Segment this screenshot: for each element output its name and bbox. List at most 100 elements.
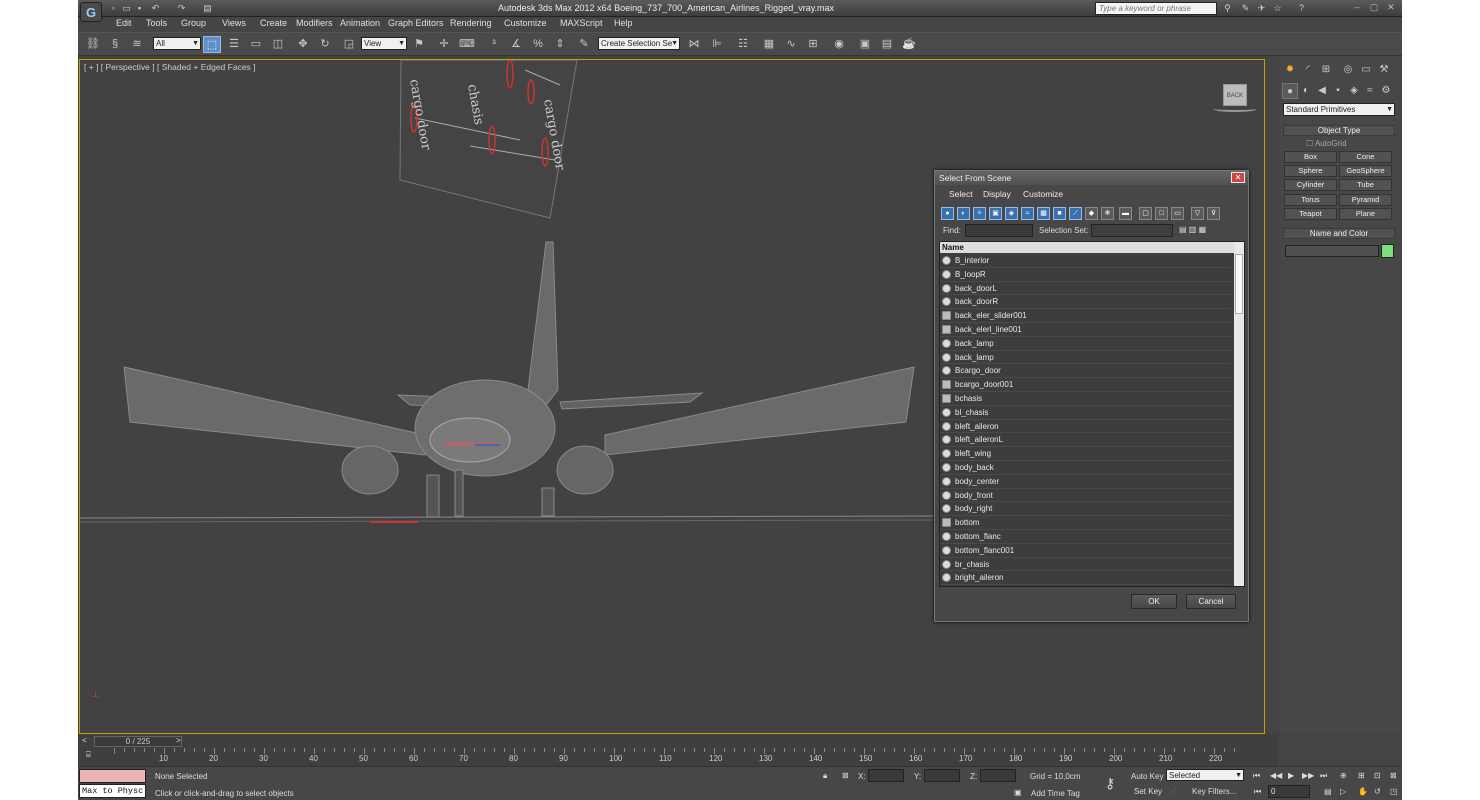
- set-key-button[interactable]: Set Key: [1134, 787, 1162, 796]
- named-selection-dropdown[interactable]: Create Selection Se ▼: [598, 37, 680, 50]
- mini-curve-editor-icon[interactable]: ⌸: [86, 750, 91, 760]
- display-helpers-icon[interactable]: ◈: [1005, 207, 1018, 220]
- absolute-mode-icon[interactable]: ⊠: [842, 771, 849, 780]
- viewcube-face[interactable]: BACK: [1223, 84, 1247, 106]
- dialog-menu-display[interactable]: Display: [983, 189, 1011, 199]
- dialog-menu-select[interactable]: Select: [949, 189, 973, 199]
- prev-key-icon[interactable]: ◀◀: [1270, 771, 1282, 780]
- menu-maxscript[interactable]: MAXScript: [560, 18, 603, 28]
- display-shapes-icon[interactable]: ◐: [957, 207, 970, 220]
- display-frozen-icon[interactable]: ❄: [1101, 207, 1114, 220]
- list-item[interactable]: Bcargo_door: [940, 364, 1230, 379]
- list-item[interactable]: body_front: [940, 489, 1230, 503]
- save-icon[interactable]: ▪: [134, 3, 145, 13]
- search-input[interactable]: Type a keyword or phrase: [1095, 2, 1217, 15]
- list-scrollbar-thumb[interactable]: [1235, 254, 1243, 314]
- hierarchy-tab-icon[interactable]: ⊞: [1318, 62, 1334, 78]
- display-geometry-icon[interactable]: ●: [941, 207, 954, 220]
- zoom-icon[interactable]: ⊕: [1340, 771, 1347, 780]
- menu-create[interactable]: Create: [260, 18, 287, 28]
- list-item[interactable]: bottom: [940, 516, 1230, 530]
- key-mode-toggle-icon[interactable]: ⏮: [1254, 787, 1261, 797]
- key-mode-dropdown[interactable]: Selected ▼: [1166, 769, 1244, 781]
- current-frame-field[interactable]: 0: [1268, 785, 1310, 798]
- go-to-end-icon[interactable]: ⏭: [1320, 771, 1327, 781]
- viewcube[interactable]: BACK: [1213, 84, 1257, 112]
- list-item[interactable]: body_center: [940, 475, 1230, 489]
- menu-help[interactable]: Help: [614, 18, 633, 28]
- selection-filter-dropdown[interactable]: All ▼: [153, 37, 201, 50]
- favorites-icon[interactable]: ☆: [1272, 3, 1283, 13]
- list-item[interactable]: bl_chasis: [940, 406, 1230, 420]
- rotate-icon[interactable]: ↻: [316, 36, 334, 53]
- list-item[interactable]: bottom_flanc001: [940, 544, 1230, 558]
- material-editor-icon[interactable]: ◉: [830, 36, 848, 53]
- pyramid-button[interactable]: Pyramid: [1339, 194, 1392, 206]
- x-coordinate-field[interactable]: [868, 769, 904, 782]
- list-item[interactable]: bcargo_door001: [940, 378, 1230, 392]
- list-item[interactable]: bottom_flanc: [940, 530, 1230, 544]
- maxscript-mini-listener[interactable]: Max to Physc: [79, 784, 146, 798]
- percent-snap-icon[interactable]: %: [529, 36, 547, 53]
- time-configuration-icon[interactable]: ▤: [1324, 787, 1332, 796]
- reference-coordinate-dropdown[interactable]: View ▼: [361, 37, 407, 50]
- align-icon[interactable]: ⊫: [708, 36, 726, 53]
- list-item[interactable]: back_doorR: [940, 295, 1230, 310]
- primitive-type-dropdown[interactable]: Standard Primitives ▼: [1283, 103, 1395, 116]
- select-and-manipulate-icon[interactable]: ✛: [435, 36, 453, 53]
- binoculars-icon[interactable]: ⚲: [1222, 3, 1233, 13]
- tools-icon[interactable]: ✎: [1240, 3, 1251, 13]
- name-column-header[interactable]: Name: [940, 242, 1234, 253]
- list-item[interactable]: back_lamp: [940, 337, 1230, 351]
- field-of-view-icon[interactable]: ▷: [1340, 787, 1346, 796]
- prev-frame-icon[interactable]: <: [82, 736, 87, 745]
- display-containers-icon[interactable]: ◆: [1085, 207, 1098, 220]
- render-setup-icon[interactable]: ▣: [856, 36, 874, 53]
- project-icon[interactable]: ▤: [202, 3, 213, 13]
- undo-icon[interactable]: ↶: [150, 3, 161, 13]
- track-bar[interactable]: 10 20 30 40 50 60 70 80 90 100 110 120 130 140 150 160 1…: [114, 748, 1274, 764]
- unlink-icon[interactable]: §: [106, 36, 124, 53]
- maxscript-listener-pink[interactable]: [79, 769, 146, 783]
- box-button[interactable]: Box: [1284, 151, 1337, 163]
- edit-named-selection-icon[interactable]: ✎: [575, 36, 593, 53]
- cylinder-button[interactable]: Cylinder: [1284, 179, 1337, 191]
- list-item[interactable]: back_doorL: [940, 282, 1230, 296]
- shapes-icon[interactable]: ◐: [1298, 83, 1314, 99]
- redo-icon[interactable]: ↷: [176, 3, 187, 13]
- rectangular-selection-icon[interactable]: ▭: [247, 36, 265, 53]
- dialog-menu-customize[interactable]: Customize: [1023, 189, 1063, 199]
- display-xrefs-icon[interactable]: ■: [1053, 207, 1066, 220]
- menu-graph-editors[interactable]: Graph Editors: [388, 18, 444, 28]
- select-by-name-icon[interactable]: ☰: [225, 36, 243, 53]
- next-key-icon[interactable]: ▶▶: [1302, 771, 1314, 780]
- connect-icon[interactable]: ✈: [1256, 3, 1267, 13]
- modify-tab-icon[interactable]: ◜: [1300, 62, 1316, 78]
- maximize-viewport-icon[interactable]: ◳: [1390, 787, 1398, 796]
- angle-snap-icon[interactable]: ∡: [507, 36, 525, 53]
- select-all-icon[interactable]: ▢: [1139, 207, 1152, 220]
- list-item[interactable]: back_lamp: [940, 351, 1230, 365]
- display-lights-icon[interactable]: ✧: [973, 207, 986, 220]
- list-item[interactable]: bright_aileron: [940, 571, 1230, 586]
- y-coordinate-field[interactable]: [924, 769, 960, 782]
- menu-edit[interactable]: Edit: [116, 18, 132, 28]
- key-icon[interactable]: ⟋: [1170, 787, 1176, 797]
- viewcube-ring[interactable]: [1213, 106, 1257, 112]
- app-logo-icon[interactable]: G: [80, 2, 102, 22]
- display-spacewarps-icon[interactable]: ≈: [1021, 207, 1034, 220]
- filter-options-icon[interactable]: ⊽: [1207, 207, 1220, 220]
- new-icon[interactable]: ▫: [108, 3, 119, 13]
- list-item[interactable]: br_chasis: [940, 558, 1230, 572]
- layer-manager-icon[interactable]: ☷: [734, 36, 752, 53]
- mirror-icon[interactable]: ⋈: [685, 36, 703, 53]
- go-to-start-icon[interactable]: ⏮: [1253, 771, 1260, 781]
- help-icon[interactable]: ?: [1296, 3, 1307, 13]
- zoom-all-icon[interactable]: ⊞: [1358, 771, 1365, 780]
- select-invert-icon[interactable]: ▭: [1171, 207, 1184, 220]
- time-tag-icon[interactable]: ▣: [1014, 788, 1022, 797]
- add-time-tag[interactable]: Add Time Tag: [1031, 789, 1080, 798]
- selection-set-icons[interactable]: ▤ ▥ ▦: [1179, 225, 1206, 234]
- close-icon[interactable]: ✕: [1383, 1, 1399, 13]
- next-frame-icon[interactable]: >: [176, 736, 181, 745]
